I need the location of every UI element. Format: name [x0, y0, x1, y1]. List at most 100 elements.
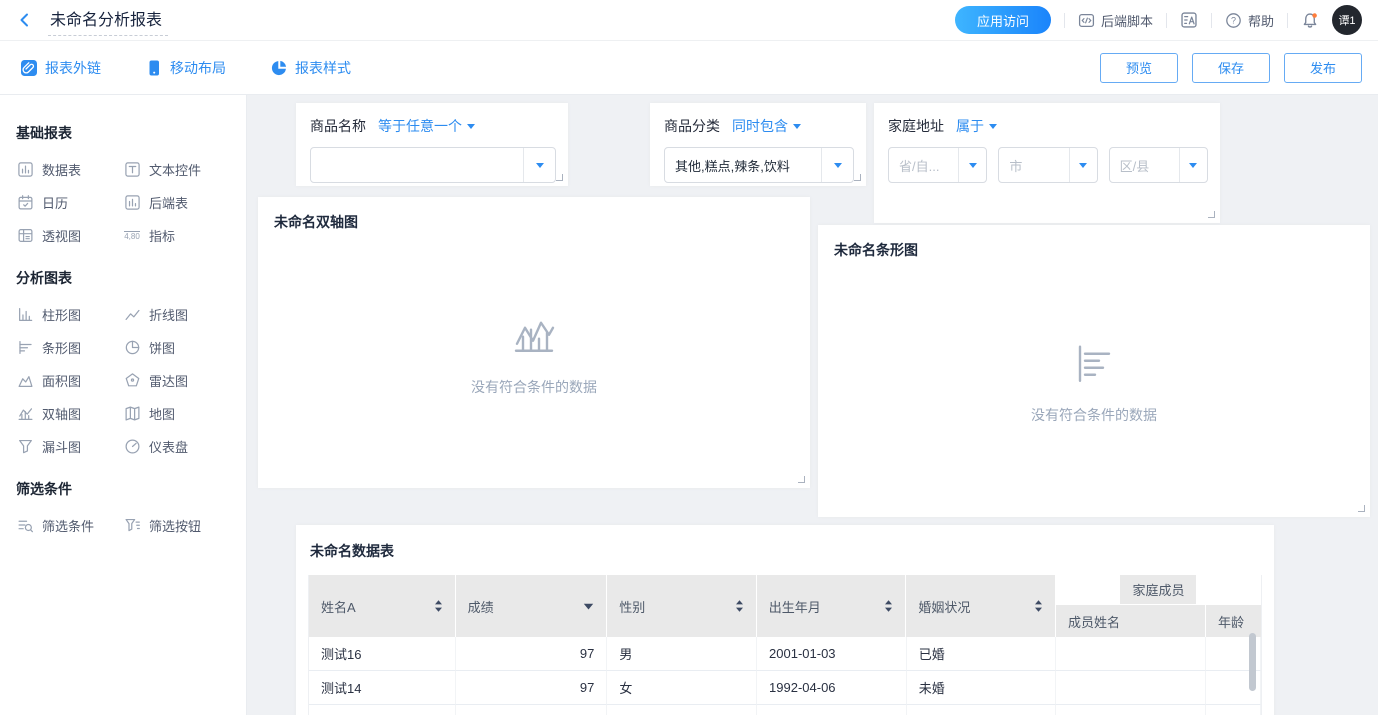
sidebar-item-calendar[interactable]: 日历: [16, 194, 123, 211]
chevron-down-icon: [989, 124, 997, 133]
table-cell: [1056, 637, 1206, 671]
report-link-button[interactable]: 报表外链: [20, 58, 101, 78]
column-header-label: 成绩: [468, 597, 494, 616]
sidebar-item-pivot[interactable]: 透视图: [16, 227, 123, 244]
filter-label: 家庭地址: [888, 116, 944, 136]
table-row: 测试1497女1992-04-06未婚: [309, 671, 1261, 705]
sidebar-item-filter-search[interactable]: 筛选条件: [16, 517, 123, 534]
sidebar-item-gauge[interactable]: 仪表盘: [123, 438, 230, 455]
top-header: 未命名分析报表 应用访问 后端脚本 ? 帮助: [0, 0, 1378, 41]
report-canvas: 商品名称 等于任意一个 商品分类 同时包含 其: [247, 95, 1378, 715]
dual-axis-empty-icon: [511, 312, 557, 361]
report-title[interactable]: 未命名分析报表: [48, 4, 168, 36]
filter-search-icon: [16, 517, 34, 535]
filter-operator-label: 等于任意一个: [378, 116, 462, 136]
column-header-4[interactable]: 出生年月: [757, 575, 907, 637]
sidebar-item-map[interactable]: 地图: [123, 405, 230, 422]
filter-operator-dropdown[interactable]: 属于: [956, 116, 997, 136]
filter-operator-dropdown[interactable]: 等于任意一个: [378, 116, 475, 136]
product-name-select[interactable]: [310, 147, 556, 183]
column-header-5[interactable]: 婚姻状况: [906, 575, 1056, 637]
table-scrollbar-thumb[interactable]: [1249, 633, 1256, 691]
resize-handle[interactable]: [1208, 211, 1215, 218]
sort-both-icon: [434, 599, 443, 613]
resize-handle[interactable]: [1358, 505, 1365, 512]
resize-handle[interactable]: [854, 174, 861, 181]
report-style-button[interactable]: 报表样式: [270, 58, 351, 78]
sidebar-item-text-widget[interactable]: 文本控件: [123, 161, 230, 178]
chart-title: 未命名双轴图: [258, 197, 810, 232]
column-header-label: 性别: [619, 597, 645, 616]
bell-icon[interactable]: [1301, 11, 1319, 29]
mobile-layout-button[interactable]: 移动布局: [145, 58, 226, 78]
province-select[interactable]: 省/自...: [888, 147, 987, 183]
sidebar-item-metric[interactable]: 4,80指标: [123, 227, 230, 244]
column-header-2[interactable]: 成绩: [456, 575, 608, 637]
column-header-3[interactable]: 性别: [607, 575, 757, 637]
help-button[interactable]: ? 帮助: [1225, 11, 1274, 30]
sidebar-item-column-chart[interactable]: 柱形图: [16, 306, 123, 323]
group-sub-header-row: 成员姓名年龄: [1056, 605, 1261, 637]
data-table-icon: [16, 161, 34, 179]
publish-button[interactable]: 发布: [1284, 53, 1362, 83]
filter-widget-product-category[interactable]: 商品分类 同时包含 其他,糕点,辣条,饮料: [650, 103, 866, 186]
table-cell: 已婚: [907, 637, 1057, 671]
sub-column-header-1[interactable]: 成员姓名: [1056, 605, 1206, 637]
bar-chart-widget[interactable]: 未命名条形图 没有符合条件的数据: [818, 225, 1370, 517]
table-cell: 女: [607, 671, 757, 705]
sort-desc-icon: [583, 603, 594, 610]
city-select[interactable]: 市: [998, 147, 1097, 183]
table-cell: [456, 705, 608, 715]
table-cell: [1206, 705, 1261, 715]
sidebar-item-pie-chart[interactable]: 饼图: [123, 339, 230, 356]
column-chart-icon: [16, 306, 34, 324]
resize-handle[interactable]: [798, 476, 805, 483]
resize-handle[interactable]: [556, 174, 563, 181]
sidebar-item-data-table[interactable]: 数据表: [16, 161, 123, 178]
district-select[interactable]: 区/县: [1109, 147, 1208, 183]
sidebar-item-filter-button[interactable]: 筛选按钮: [123, 517, 230, 534]
dual-axis-chart-widget[interactable]: 未命名双轴图 没有符合条件的数据: [258, 197, 810, 488]
sort-both-icon: [884, 599, 893, 613]
sidebar-section-title: 分析图表: [16, 268, 230, 288]
dual-axis-icon: [16, 405, 34, 423]
filter-operator-label: 属于: [956, 116, 984, 136]
backend-script-button[interactable]: 后端脚本: [1078, 11, 1153, 30]
filter-button-icon: [123, 517, 141, 535]
sidebar-item-line-chart[interactable]: 折线图: [123, 306, 230, 323]
sidebar-item-bar-chart[interactable]: 条形图: [16, 339, 123, 356]
sidebar-item-dual-axis[interactable]: 双轴图: [16, 405, 123, 422]
report-toolbar: 报表外链 移动布局 报表样式 预览 保存 发布: [0, 41, 1378, 95]
filter-widget-home-address[interactable]: 家庭地址 属于 省/自... 市 区/县: [874, 103, 1220, 223]
sidebar-item-backend-table[interactable]: 后端表: [123, 194, 230, 211]
preview-button[interactable]: 预览: [1100, 53, 1178, 83]
sidebar-item-label: 文本控件: [149, 160, 201, 179]
funnel-icon: [16, 438, 34, 456]
sidebar-item-label: 地图: [149, 404, 175, 423]
backend-table-icon: [123, 194, 141, 212]
user-avatar[interactable]: 谭1: [1332, 5, 1362, 35]
select-caret: [1069, 148, 1097, 182]
table-cell: 97: [456, 637, 608, 671]
sidebar-item-funnel[interactable]: 漏斗图: [16, 438, 123, 455]
line-chart-icon: [123, 306, 141, 324]
table-cell: [757, 705, 907, 715]
language-icon[interactable]: [1180, 11, 1198, 29]
app-access-button[interactable]: 应用访问: [955, 6, 1051, 34]
save-button[interactable]: 保存: [1192, 53, 1270, 83]
back-button[interactable]: [16, 11, 34, 29]
sidebar-item-label: 数据表: [42, 160, 81, 179]
filter-operator-dropdown[interactable]: 同时包含: [732, 116, 801, 136]
sidebar-item-label: 饼图: [149, 338, 175, 357]
product-category-select[interactable]: 其他,糕点,辣条,饮料: [664, 147, 854, 183]
sidebar-item-radar-chart[interactable]: 雷达图: [123, 372, 230, 389]
sidebar-item-label: 折线图: [149, 305, 188, 324]
column-header-1[interactable]: 姓名A: [309, 575, 456, 637]
sidebar-item-label: 指标: [149, 226, 175, 245]
table-header-row: 姓名A成绩性别出生年月婚姻状况家庭成员成员姓名年龄: [309, 575, 1261, 637]
data-table-widget[interactable]: 未命名数据表 姓名A成绩性别出生年月婚姻状况家庭成员成员姓名年龄测试1697男2…: [296, 525, 1274, 715]
table-cell: 1992-04-06: [757, 671, 907, 705]
sidebar-item-area-chart[interactable]: 面积图: [16, 372, 123, 389]
select-value: 其他,糕点,辣条,饮料: [665, 156, 821, 175]
filter-widget-product-name[interactable]: 商品名称 等于任意一个: [296, 103, 568, 186]
